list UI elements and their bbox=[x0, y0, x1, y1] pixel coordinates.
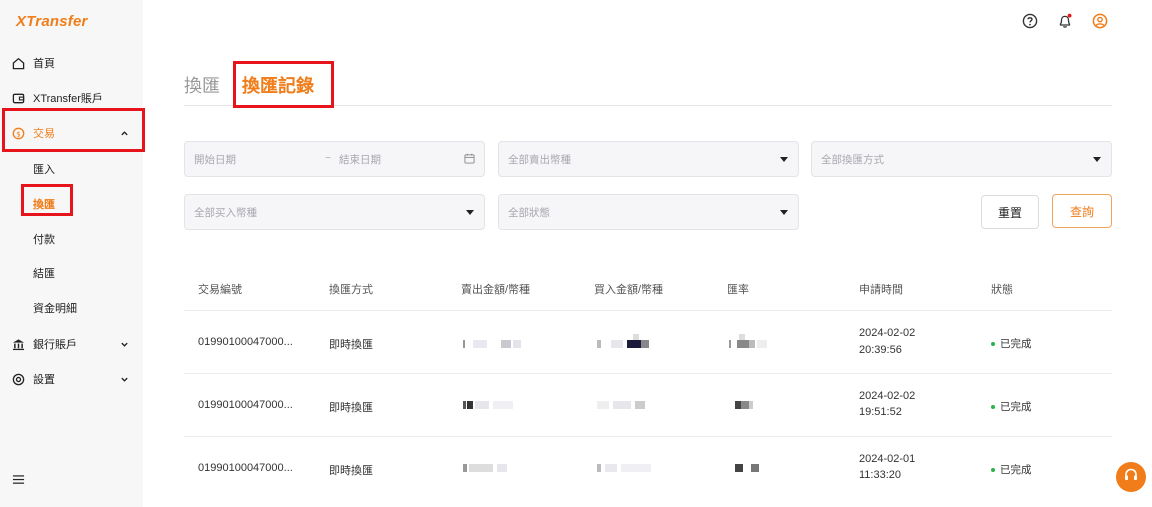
tab-exchange[interactable]: 換匯 bbox=[184, 72, 220, 98]
calendar-icon bbox=[464, 153, 475, 164]
bank-icon bbox=[11, 337, 25, 351]
coin-icon: $ bbox=[11, 126, 25, 140]
query-button[interactable]: 查詢 bbox=[1052, 194, 1112, 228]
cell-method: 即時換匯 bbox=[329, 465, 373, 477]
status-text: 已完成 bbox=[1000, 338, 1032, 350]
start-date-input[interactable]: 開始日期 bbox=[194, 152, 236, 167]
cell-rate-redacted bbox=[735, 401, 755, 409]
cell-date: 2024-02-02 bbox=[859, 327, 916, 339]
sidebar-subitem-fund-details[interactable]: 資金明細 bbox=[33, 299, 77, 317]
status-badge: 已完成 bbox=[991, 462, 1032, 477]
table-row-divider bbox=[184, 373, 1112, 374]
status-badge: 已完成 bbox=[991, 336, 1032, 351]
sidebar-item-settings[interactable]: 設置 bbox=[0, 367, 143, 391]
chevron-down-icon bbox=[117, 372, 131, 386]
chevron-down-icon bbox=[117, 337, 131, 351]
date-separator: ~ bbox=[325, 152, 332, 164]
table-header-divider bbox=[184, 310, 1112, 311]
caret-down-icon bbox=[780, 210, 788, 215]
sell-currency-select[interactable]: 全部賣出幣種 bbox=[498, 141, 799, 177]
caret-down-icon bbox=[780, 157, 788, 162]
column-header-status: 狀態 bbox=[991, 284, 1013, 296]
cell-date: 2024-02-01 bbox=[859, 453, 916, 465]
cell-method: 即時換匯 bbox=[329, 339, 373, 351]
sidebar-subitem-settlement[interactable]: 結匯 bbox=[33, 264, 55, 282]
status-select[interactable]: 全部狀態 bbox=[498, 194, 799, 230]
gear-icon bbox=[11, 372, 25, 386]
cell-sell-amount-redacted bbox=[463, 464, 523, 472]
column-header-sell: 賣出金額/幣種 bbox=[461, 284, 531, 296]
sidebar-item-account[interactable]: XTransfer賬戶 bbox=[0, 86, 143, 110]
cell-transaction-id: 01990100047000... bbox=[198, 336, 293, 348]
exchange-method-select[interactable]: 全部換匯方式 bbox=[811, 141, 1112, 177]
caret-down-icon bbox=[466, 210, 474, 215]
sidebar-subitem-inbound[interactable]: 匯入 bbox=[33, 160, 55, 178]
cell-date: 2024-02-02 bbox=[859, 390, 916, 402]
cell-rate-redacted bbox=[735, 464, 761, 472]
status-dot-icon bbox=[991, 404, 995, 409]
sidebar: XTransfer 首頁 XTransfer賬戶 $ 交易 匯入 換匯 付款 結… bbox=[0, 0, 145, 507]
cell-buy-amount-redacted bbox=[597, 334, 653, 348]
sidebar-item-trade[interactable]: $ 交易 bbox=[0, 121, 143, 145]
sidebar-subitem-exchange[interactable]: 換匯 bbox=[33, 195, 55, 213]
caret-down-icon bbox=[1093, 157, 1101, 162]
cell-buy-amount-redacted bbox=[597, 464, 659, 472]
status-dot-icon bbox=[991, 341, 995, 346]
cell-buy-amount-redacted bbox=[597, 401, 653, 409]
select-value: 全部換匯方式 bbox=[821, 153, 884, 166]
select-value: 全部买入幣種 bbox=[194, 206, 257, 219]
user-avatar-icon[interactable] bbox=[1091, 12, 1109, 30]
cell-rate-redacted bbox=[729, 334, 773, 348]
column-header-rate: 匯率 bbox=[727, 284, 749, 296]
cell-time: 11:33:20 bbox=[859, 469, 902, 481]
sidebar-item-label: 銀行賬戶 bbox=[33, 339, 77, 351]
buy-currency-select[interactable]: 全部买入幣種 bbox=[184, 194, 485, 230]
status-text: 已完成 bbox=[1000, 401, 1032, 413]
sidebar-item-label: XTransfer賬戶 bbox=[33, 93, 103, 105]
logo: XTransfer bbox=[16, 13, 88, 30]
cell-time: 19:51:52 bbox=[859, 406, 902, 418]
help-icon[interactable] bbox=[1021, 12, 1039, 30]
chevron-up-icon bbox=[117, 126, 131, 140]
cell-time: 20:39:56 bbox=[859, 344, 902, 356]
table-row-divider bbox=[184, 436, 1112, 437]
sidebar-item-bank[interactable]: 銀行賬戶 bbox=[0, 332, 143, 356]
select-value: 全部狀態 bbox=[508, 206, 550, 219]
support-button[interactable] bbox=[1116, 462, 1146, 492]
column-header-id: 交易編號 bbox=[198, 284, 242, 296]
reset-button[interactable]: 重置 bbox=[981, 195, 1039, 229]
svg-text:$: $ bbox=[16, 129, 21, 138]
date-range-picker[interactable]: 開始日期 ~ 結束日期 bbox=[184, 141, 485, 177]
headset-icon bbox=[1122, 466, 1140, 489]
cell-sell-amount-redacted bbox=[463, 401, 523, 409]
sidebar-item-label: 首頁 bbox=[33, 58, 55, 70]
status-dot-icon bbox=[991, 467, 995, 472]
app-root: XTransfer 首頁 XTransfer賬戶 $ 交易 匯入 換匯 付款 結… bbox=[0, 0, 1152, 507]
end-date-input[interactable]: 結束日期 bbox=[339, 152, 381, 167]
wallet-icon bbox=[11, 91, 25, 105]
sidebar-subitem-payment[interactable]: 付款 bbox=[33, 230, 55, 248]
column-header-method: 換匯方式 bbox=[329, 284, 373, 296]
sidebar-item-label: 設置 bbox=[33, 374, 55, 386]
cell-method: 即時換匯 bbox=[329, 402, 373, 414]
status-text: 已完成 bbox=[1000, 464, 1032, 476]
home-icon bbox=[11, 56, 25, 70]
column-header-time: 申請時間 bbox=[859, 284, 903, 296]
select-value: 全部賣出幣種 bbox=[508, 153, 571, 166]
status-badge: 已完成 bbox=[991, 399, 1032, 414]
sidebar-item-home[interactable]: 首頁 bbox=[0, 51, 143, 75]
cell-sell-amount-redacted bbox=[463, 340, 523, 348]
cell-transaction-id: 01990100047000... bbox=[198, 462, 293, 474]
cell-transaction-id: 01990100047000... bbox=[198, 399, 293, 411]
highlight-box-records bbox=[233, 61, 334, 108]
column-header-buy: 買入金額/幣種 bbox=[594, 284, 664, 296]
sidebar-item-label: 交易 bbox=[33, 128, 55, 140]
bell-icon[interactable] bbox=[1056, 12, 1074, 30]
menu-icon[interactable] bbox=[12, 473, 26, 487]
